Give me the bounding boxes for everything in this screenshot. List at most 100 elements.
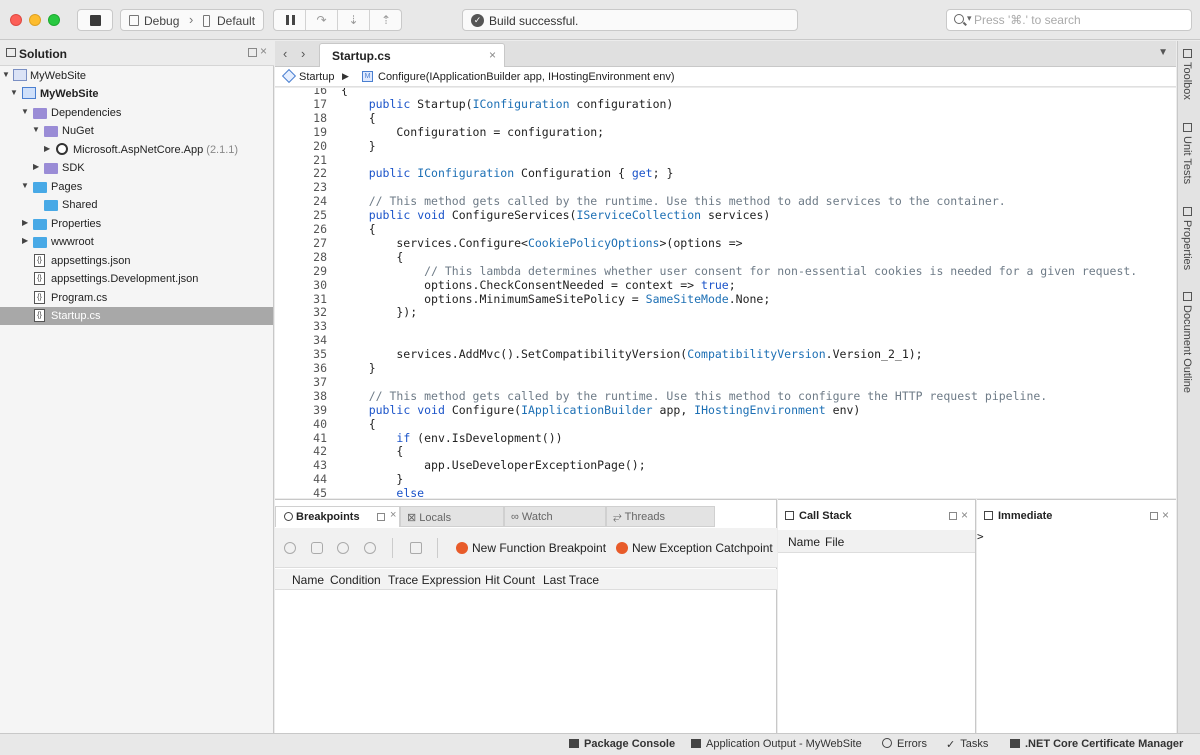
code-line[interactable]: 32 }); [275, 305, 1176, 319]
remove-breakpoint-icon[interactable] [311, 542, 323, 554]
tab-list-dropdown[interactable]: ▼ [1158, 47, 1168, 58]
immediate-prompt[interactable]: > [977, 530, 984, 543]
code-line[interactable]: 33 [275, 319, 1176, 333]
close-pad-button[interactable]: × [390, 509, 396, 521]
column-name[interactable]: Name [788, 535, 820, 549]
tab-locals[interactable]: ⊠ Locals [400, 506, 504, 527]
tree-item-pages[interactable]: ▼ Pages [0, 178, 273, 196]
code-line[interactable]: 40 { [275, 417, 1176, 431]
code-line[interactable]: 39 public void Configure(IApplicationBui… [275, 403, 1176, 417]
dock-pad-button[interactable] [1150, 512, 1158, 520]
tree-item-package[interactable]: ▶ Microsoft.AspNetCore.App (2.1.1) [0, 141, 273, 159]
certificate-manager-button[interactable]: .NET Core Certificate Manager [1010, 738, 1183, 750]
code-line[interactable]: 25 public void ConfigureServices(IServic… [275, 208, 1176, 222]
stop-button[interactable] [77, 9, 113, 31]
code-line[interactable]: 21 [275, 153, 1176, 167]
close-tab-button[interactable]: × [489, 48, 496, 62]
package-console-button[interactable]: Package Console [569, 738, 675, 750]
zoom-window-button[interactable] [48, 14, 60, 26]
errors-button[interactable]: Errors [882, 738, 927, 750]
code-line[interactable]: 26 { [275, 222, 1176, 236]
code-line[interactable]: 16 { [275, 88, 1176, 97]
tree-item-properties[interactable]: ▶ Properties [0, 215, 273, 233]
pad-document-outline[interactable]: Document Outline [1181, 292, 1193, 393]
new-exception-catchpoint-button[interactable]: New Exception Catchpoint [616, 541, 773, 555]
dock-pad-button[interactable] [248, 48, 257, 57]
step-out-button[interactable]: ⇡ [370, 10, 402, 30]
close-pad-button[interactable]: × [961, 508, 968, 522]
code-line[interactable]: 45 else [275, 486, 1176, 498]
code-line[interactable]: 22 public IConfiguration Configuration {… [275, 166, 1176, 180]
code-editor[interactable]: 16 {17 public Startup(IConfiguration conf… [275, 88, 1176, 498]
pad-properties[interactable]: Properties [1181, 207, 1193, 270]
enable-breakpoints-icon[interactable] [284, 542, 296, 554]
delete-all-icon[interactable] [364, 542, 376, 554]
code-line[interactable]: 29 // This lambda determines whether use… [275, 264, 1176, 278]
code-line[interactable]: 18 { [275, 111, 1176, 125]
code-line[interactable]: 44 } [275, 472, 1176, 486]
column-last-trace[interactable]: Last Trace [543, 573, 599, 587]
close-pad-button[interactable]: × [1162, 508, 1169, 522]
code-line[interactable]: 23 [275, 180, 1176, 194]
code-line[interactable]: 27 services.Configure<CookiePolicyOption… [275, 236, 1176, 250]
minimize-window-button[interactable] [29, 14, 41, 26]
navigate-forward-button[interactable]: › [301, 46, 305, 61]
tree-item-dependencies[interactable]: ▼ Dependencies [0, 104, 273, 122]
code-line[interactable]: 38 // This method gets called by the run… [275, 389, 1176, 403]
code-line[interactable]: 19 Configuration = configuration; [275, 125, 1176, 139]
tasks-button[interactable]: ✓ Tasks [946, 738, 988, 751]
column-file[interactable]: File [825, 535, 844, 549]
navigate-back-button[interactable]: ‹ [283, 46, 287, 61]
application-output-button[interactable]: Application Output - MyWebSite [691, 738, 862, 750]
code-line[interactable]: 37 [275, 375, 1176, 389]
code-line[interactable]: 17 public Startup(IConfiguration configu… [275, 97, 1176, 111]
code-line[interactable]: 30 options.CheckConsentNeeded = context … [275, 278, 1176, 292]
tab-watch[interactable]: ∞ Watch [504, 506, 606, 527]
tree-item-appsettings-development[interactable]: {} appsettings.Development.json [0, 270, 273, 288]
tree-item-sdk[interactable]: ▶ SDK [0, 159, 273, 177]
new-function-breakpoint-button[interactable]: New Function Breakpoint [456, 541, 606, 555]
step-into-icon: ⇣ [348, 13, 359, 27]
code-line[interactable]: 28 { [275, 250, 1176, 264]
breakpoint-properties-icon[interactable] [410, 542, 422, 554]
disable-all-icon[interactable] [337, 542, 349, 554]
tree-item-startup[interactable]: {} Startup.cs [0, 307, 273, 325]
tree-item-project[interactable]: ▼ MyWebSite [0, 85, 273, 103]
tab-threads[interactable]: ⥂ Threads [606, 506, 715, 527]
tab-startup-cs[interactable]: Startup.cs × [319, 43, 505, 68]
configuration-selector[interactable]: Debug › Default [120, 9, 264, 31]
tree-item-appsettings[interactable]: {} appsettings.json [0, 252, 273, 270]
tree-item-program[interactable]: {} Program.cs [0, 289, 273, 307]
tree-item-nuget[interactable]: ▼ NuGet [0, 122, 273, 140]
column-hit-count[interactable]: Hit Count [485, 573, 535, 587]
tree-item-solution[interactable]: ▼ MyWebSite [0, 67, 273, 85]
tab-breakpoints[interactable]: Breakpoints × [275, 506, 400, 527]
tree-item-wwwroot[interactable]: ▶ wwwroot [0, 233, 273, 251]
dock-pad-button[interactable] [949, 512, 957, 520]
pause-button[interactable] [274, 10, 306, 30]
column-trace-expression[interactable]: Trace Expression [388, 573, 481, 587]
pad-unit-tests[interactable]: Unit Tests [1181, 123, 1193, 184]
code-line[interactable]: 43 app.UseDeveloperExceptionPage(); [275, 458, 1176, 472]
search-input[interactable] [974, 12, 1184, 28]
code-line[interactable]: 36 } [275, 361, 1176, 375]
code-line[interactable]: 35 services.AddMvc().SetCompatibilityVer… [275, 347, 1176, 361]
code-line[interactable]: 34 [275, 333, 1176, 347]
column-name[interactable]: Name [292, 573, 324, 587]
code-line[interactable]: 31 options.MinimumSameSitePolicy = SameS… [275, 292, 1176, 306]
pad-toolbox[interactable]: Toolbox [1181, 49, 1193, 100]
column-condition[interactable]: Condition [330, 573, 381, 587]
tree-item-shared[interactable]: Shared [0, 196, 273, 214]
dock-pad-button[interactable] [377, 513, 385, 521]
close-pad-button[interactable]: × [260, 44, 267, 58]
code-line[interactable]: 24 // This method gets called by the run… [275, 194, 1176, 208]
breadcrumb-class[interactable]: Startup [299, 71, 334, 83]
breadcrumb-method[interactable]: Configure(IApplicationBuilder app, IHost… [378, 71, 675, 83]
code-line[interactable]: 41 if (env.IsDevelopment()) [275, 431, 1176, 445]
close-window-button[interactable] [10, 14, 22, 26]
status-label: Package Console [584, 738, 676, 750]
code-line[interactable]: 20 } [275, 139, 1176, 153]
step-into-button[interactable]: ⇣ [338, 10, 370, 30]
step-over-button[interactable]: ↷ [306, 10, 338, 30]
code-line[interactable]: 42 { [275, 444, 1176, 458]
